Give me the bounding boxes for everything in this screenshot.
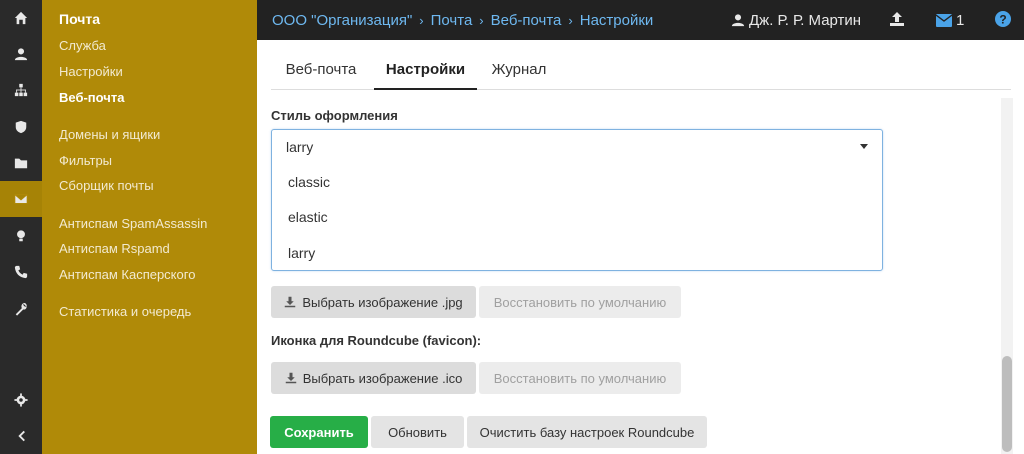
tab-settings[interactable]: Настройки bbox=[374, 52, 477, 90]
chevron-left-icon[interactable] bbox=[0, 418, 42, 454]
upload-icon[interactable] bbox=[889, 11, 907, 29]
sidebar-item-webmail[interactable]: Веб-почта bbox=[59, 90, 124, 105]
icon-rail bbox=[0, 0, 42, 454]
user-menu[interactable]: Дж. Р. Р. Мартин bbox=[731, 0, 861, 40]
sidebar-item-kaspersky[interactable]: Антиспам Касперского bbox=[59, 267, 195, 282]
style-option-elastic[interactable]: elastic bbox=[288, 209, 328, 225]
sidebar-item-mail-collector[interactable]: Сборщик почты bbox=[59, 178, 154, 193]
breadcrumb: ООО "Организация" › Почта › Веб-почта › … bbox=[272, 0, 653, 40]
download-icon bbox=[285, 296, 296, 308]
folder-icon[interactable] bbox=[0, 145, 42, 181]
sidebar-title[interactable]: Почта bbox=[59, 11, 100, 27]
sidebar-item-service[interactable]: Служба bbox=[59, 38, 106, 53]
sidebar-item-domains[interactable]: Домены и ящики bbox=[59, 127, 160, 142]
sidebar-item-rspamd[interactable]: Антиспам Rspamd bbox=[59, 241, 170, 256]
restore-default-button[interactable]: Восстановить по умолчанию bbox=[479, 286, 681, 318]
top-bar: ООО "Организация" › Почта › Веб-почта › … bbox=[257, 0, 1024, 40]
user-name: Дж. Р. Р. Мартин bbox=[749, 11, 862, 29]
clear-roundcube-settings-button[interactable]: Очистить базу настроек Roundcube bbox=[467, 416, 707, 448]
breadcrumb-mail[interactable]: Почта bbox=[431, 12, 473, 29]
tab-bar: Веб-почта Настройки Журнал bbox=[271, 52, 1011, 90]
tab-webmail[interactable]: Веб-почта bbox=[271, 52, 371, 90]
tab-log[interactable]: Журнал bbox=[483, 52, 555, 90]
sidebar-item-filters[interactable]: Фильтры bbox=[59, 153, 112, 168]
pick-jpg-button[interactable]: Выбрать изображение .jpg bbox=[271, 286, 476, 318]
svg-text:?: ? bbox=[999, 13, 1006, 27]
sitemap-icon[interactable] bbox=[0, 72, 42, 108]
pick-ico-button[interactable]: Выбрать изображение .ico bbox=[271, 362, 476, 394]
style-label: Стиль оформления bbox=[271, 108, 398, 123]
wrench-icon[interactable] bbox=[0, 291, 42, 327]
sidebar: Почта Служба Настройки Веб-почта Домены … bbox=[42, 0, 257, 454]
favicon-label: Иконка для Roundcube (favicon): bbox=[271, 333, 482, 348]
user-icon bbox=[731, 14, 745, 27]
breadcrumb-settings[interactable]: Настройки bbox=[580, 12, 654, 29]
scrollbar-thumb[interactable] bbox=[1002, 356, 1012, 452]
breadcrumb-separator: › bbox=[479, 12, 484, 28]
breadcrumb-separator: › bbox=[419, 12, 424, 28]
envelope-icon[interactable] bbox=[0, 181, 42, 217]
shield-icon[interactable] bbox=[0, 109, 42, 145]
breadcrumb-separator: › bbox=[568, 12, 573, 28]
save-button[interactable]: Сохранить bbox=[270, 416, 368, 448]
sidebar-item-spamassassin[interactable]: Антиспам SpamAssassin bbox=[59, 216, 207, 231]
mail-count: 1 bbox=[956, 11, 965, 29]
home-icon[interactable] bbox=[0, 0, 42, 36]
sidebar-item-settings[interactable]: Настройки bbox=[59, 64, 123, 79]
breadcrumb-webmail[interactable]: Веб-почта bbox=[491, 12, 562, 29]
user-icon[interactable] bbox=[0, 36, 42, 72]
style-option-larry[interactable]: larry bbox=[288, 245, 315, 261]
caret-down-icon bbox=[860, 144, 868, 149]
sidebar-item-statistics[interactable]: Статистика и очередь bbox=[59, 304, 191, 319]
pick-jpg-label: Выбрать изображение .jpg bbox=[302, 294, 463, 310]
phone-icon[interactable] bbox=[0, 254, 42, 290]
gear-icon[interactable] bbox=[0, 382, 42, 418]
download-icon bbox=[285, 372, 296, 384]
style-select-value: larry bbox=[286, 139, 314, 155]
lightbulb-icon[interactable] bbox=[0, 218, 42, 254]
style-option-classic[interactable]: classic bbox=[288, 174, 330, 190]
pick-ico-label: Выбрать изображение .ico bbox=[302, 370, 463, 386]
envelope-icon bbox=[936, 13, 952, 27]
refresh-button[interactable]: Обновить bbox=[371, 416, 464, 448]
breadcrumb-organization[interactable]: ООО "Организация" bbox=[272, 12, 412, 29]
help-icon[interactable]: ? bbox=[995, 11, 1013, 29]
messages-button[interactable]: 1 bbox=[936, 0, 964, 40]
restore-favicon-button[interactable]: Восстановить по умолчанию bbox=[479, 362, 681, 394]
style-select[interactable]: larry classic elastic larry bbox=[271, 129, 883, 271]
